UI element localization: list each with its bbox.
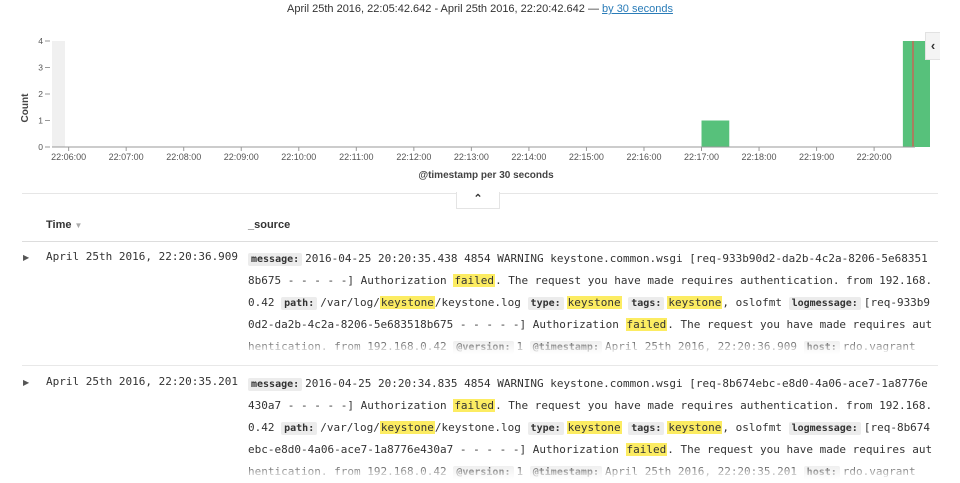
search-highlight: keystone: [566, 295, 622, 309]
x-tick-label: 22:07:00: [109, 152, 144, 162]
collapse-sidebar-button[interactable]: ‹: [925, 32, 940, 60]
field-key: tags:: [628, 421, 665, 435]
search-highlight: keystone: [566, 420, 622, 434]
x-tick-label: 22:16:00: [626, 152, 661, 162]
x-tick-label: 22:15:00: [569, 152, 604, 162]
field-key: message:: [248, 378, 303, 391]
field-key: tags:: [628, 296, 665, 310]
field-key: message:: [248, 253, 303, 266]
x-tick-label: 22:17:00: [684, 152, 719, 162]
search-highlight: keystone: [667, 295, 723, 309]
search-highlight: failed: [453, 399, 496, 413]
x-tick-label: 22:10:00: [281, 152, 316, 162]
histogram-bar[interactable]: [701, 120, 730, 148]
time-column-header[interactable]: Time ▼: [46, 219, 82, 231]
x-tick-label: 22:09:00: [224, 152, 259, 162]
x-tick-label: 22:08:00: [166, 152, 201, 162]
field-key: type:: [527, 296, 564, 310]
y-tick-label: 3: [38, 63, 43, 73]
interval-link[interactable]: by 30 seconds: [602, 3, 673, 15]
search-highlight: failed: [453, 274, 496, 288]
field-value: , oslofmt: [722, 295, 782, 309]
y-axis-label: Count: [20, 93, 31, 123]
histogram-chart: 0 1 2 3 4 22:06:00 22:07:00 22:08:00 22:09:00 22:…: [20, 36, 930, 181]
x-tick-label: 22:20:00: [857, 152, 892, 162]
field-value: /keystone.log: [434, 295, 521, 309]
time-range: April 25th 2016, 22:05:42.642 - April 25…: [0, 3, 960, 15]
field-value: /var/log/: [320, 420, 380, 434]
field-key: logmessage:: [788, 421, 861, 435]
field-value: /keystone.log: [434, 420, 521, 434]
search-highlight: keystone: [667, 420, 723, 434]
expand-row-icon[interactable]: ▶: [23, 378, 29, 387]
y-tick-label: 2: [38, 89, 43, 99]
row-timestamp: April 25th 2016, 22:20:36.909: [46, 250, 239, 263]
toggle-chart-button[interactable]: ⌃: [456, 192, 500, 209]
search-highlight: failed: [625, 318, 668, 332]
x-tick-label: 22:19:00: [799, 152, 834, 162]
truncation-fade: [248, 338, 938, 354]
search-highlight: keystone: [379, 420, 435, 434]
field-value: , oslofmt: [722, 420, 782, 434]
partial-bucket-shade: [52, 41, 65, 147]
row-divider: [22, 365, 938, 366]
x-tick-label: 22:18:00: [742, 152, 777, 162]
row-timestamp: April 25th 2016, 22:20:35.201: [46, 375, 239, 388]
x-tick-label: 22:14:00: [511, 152, 546, 162]
expand-row-icon[interactable]: ▶: [23, 253, 29, 262]
x-tick-label: 22:12:00: [396, 152, 431, 162]
x-axis-label: @timestamp per 30 seconds: [418, 170, 554, 181]
field-key: logmessage:: [788, 296, 861, 310]
x-tick-label: 22:06:00: [51, 152, 86, 162]
x-tick-label: 22:13:00: [454, 152, 489, 162]
y-tick-label: 0: [38, 142, 43, 152]
sort-caret-icon[interactable]: ▼: [74, 221, 82, 230]
time-range-text: April 25th 2016, 22:05:42.642 - April 25…: [287, 3, 599, 15]
source-column-header: _source: [248, 219, 291, 231]
search-highlight: failed: [625, 443, 668, 457]
y-tick-label: 1: [38, 116, 43, 126]
header-divider: [22, 241, 938, 242]
field-key: path:: [281, 296, 318, 310]
field-key: path:: [281, 421, 318, 435]
x-tick-label: 22:11:00: [339, 152, 373, 162]
field-key: type:: [527, 421, 564, 435]
field-value: /var/log/: [320, 295, 380, 309]
y-tick-label: 4: [38, 36, 43, 46]
search-highlight: keystone: [379, 295, 435, 309]
truncation-fade: [248, 463, 938, 479]
